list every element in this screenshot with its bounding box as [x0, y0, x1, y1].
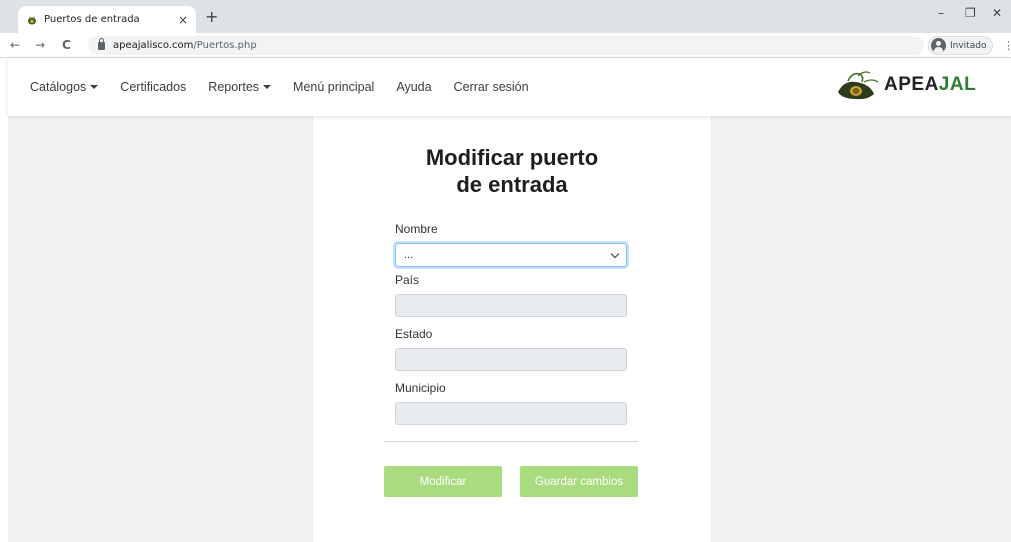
url-path: /Puertos.php	[193, 40, 257, 51]
logo-text-main: APEA	[884, 74, 939, 95]
site-navbar: Catálogos Certificados Reportes Menú pri…	[8, 58, 1011, 116]
estado-group: Estado	[395, 327, 627, 371]
tab-title: Puertos de entrada	[44, 14, 140, 25]
form-divider	[384, 441, 638, 442]
url-host: apeajalisco.com	[113, 40, 194, 51]
nav-reportes[interactable]: Reportes	[208, 80, 272, 94]
caret-down-icon	[263, 85, 272, 89]
lock-icon	[98, 37, 105, 50]
browser-tab-strip: Puertos de entrada × + – ❐ ✕	[0, 0, 1011, 33]
nombre-group: Nombre ...	[395, 222, 627, 267]
nav-catalogos-label: Catálogos	[30, 80, 87, 94]
nav-catalogos[interactable]: Catálogos	[30, 80, 99, 94]
nav-certificados-label: Certificados	[120, 80, 187, 94]
title-line-2: de entrada	[456, 172, 568, 197]
reload-icon[interactable]: C	[62, 38, 71, 52]
nombre-label: Nombre	[395, 222, 438, 236]
apeajal-logo[interactable]: APEAJAL	[834, 68, 976, 102]
nav-cerrar-sesion-label: Cerrar sesión	[453, 80, 529, 94]
nombre-select-value: ...	[404, 249, 414, 261]
logo-text-accent: JAL	[938, 74, 977, 95]
tab-close-icon[interactable]: ×	[178, 13, 188, 27]
estado-field[interactable]	[395, 348, 627, 371]
apeajal-favicon-icon	[28, 16, 36, 24]
nombre-select[interactable]: ...	[395, 243, 627, 267]
nav-ayuda-label: Ayuda	[396, 80, 432, 94]
browser-tab[interactable]: Puertos de entrada ×	[18, 6, 196, 33]
municipio-group: Municipio	[395, 381, 627, 425]
modificar-button[interactable]: Modificar	[384, 466, 502, 497]
title-line-1: Modificar puerto	[425, 145, 599, 170]
restore-icon[interactable]: ❐	[965, 6, 976, 20]
back-arrow-icon[interactable]: ←	[10, 38, 20, 52]
pais-field[interactable]	[395, 294, 627, 317]
browser-menu-icon[interactable]: ⋮	[1003, 39, 1011, 52]
profile-button[interactable]: Invitado	[928, 36, 994, 55]
logo-text: APEAJAL	[884, 74, 976, 96]
nav-ayuda[interactable]: Ayuda	[396, 80, 431, 94]
profile-label: Invitado	[950, 40, 987, 51]
new-tab-icon[interactable]: +	[205, 7, 218, 26]
estado-label: Estado	[395, 327, 433, 341]
municipio-label: Municipio	[395, 381, 446, 395]
pais-label: País	[395, 273, 420, 287]
avocado-logo-icon	[838, 71, 879, 100]
form-card: Modificar puerto de entrada Nombre ... P…	[313, 116, 711, 542]
edit-port-form: Nombre ... País Estado Municipio	[395, 222, 627, 435]
nav-reportes-label: Reportes	[208, 80, 260, 94]
caret-down-icon	[90, 85, 99, 89]
nav-certificados[interactable]: Certificados	[120, 80, 186, 94]
page-body: Catálogos Certificados Reportes Menú pri…	[8, 58, 1011, 542]
profile-avatar-icon	[931, 38, 946, 53]
pais-group: País	[395, 273, 627, 317]
nav-menu-principal-label: Menú principal	[293, 80, 375, 94]
url-field[interactable]: apeajalisco.com/Puertos.php	[88, 36, 924, 55]
guardar-cambios-button[interactable]: Guardar cambios	[520, 466, 638, 497]
nav-menu-principal[interactable]: Menú principal	[293, 80, 374, 94]
page-title: Modificar puerto de entrada	[313, 144, 711, 198]
address-bar-row: ← → C apeajalisco.com/Puertos.php Invita…	[0, 33, 1011, 58]
minimize-icon[interactable]: –	[938, 6, 944, 20]
window-close-icon[interactable]: ✕	[992, 6, 1002, 20]
nav-cerrar-sesion[interactable]: Cerrar sesión	[454, 80, 529, 94]
chevron-down-icon	[610, 249, 620, 258]
forward-arrow-icon[interactable]: →	[35, 38, 45, 52]
municipio-field[interactable]	[395, 402, 627, 425]
